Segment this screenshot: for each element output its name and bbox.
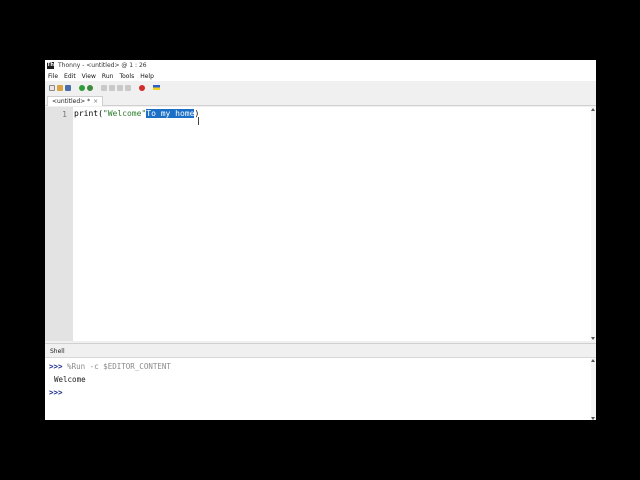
open-file-icon[interactable] <box>57 84 63 91</box>
shell-command: %Run -c $EDITOR_CONTENT <box>62 362 171 371</box>
menu-help[interactable]: Help <box>140 73 154 80</box>
window-title: Thonny - <untitled> @ 1 : 26 <box>58 62 147 69</box>
editor-scrollbar[interactable] <box>591 107 596 341</box>
thonny-logo-icon: Th <box>47 62 54 69</box>
menu-bar: File Edit View Run Tools Help <box>45 71 596 81</box>
close-icon[interactable]: × <box>93 98 98 105</box>
shell-tab[interactable]: Shell <box>50 348 65 355</box>
scroll-down-icon[interactable] <box>591 337 595 340</box>
menu-file[interactable]: File <box>48 73 58 80</box>
shell-panel[interactable]: >>> %Run -c $EDITOR_CONTENT Welcome >>> <box>45 357 596 420</box>
tab-label: <untitled> * <box>52 98 91 105</box>
toolbar <box>45 81 596 94</box>
text-cursor-icon <box>198 117 203 125</box>
menu-run[interactable]: Run <box>102 73 114 80</box>
scroll-down-icon[interactable] <box>591 417 595 420</box>
title-bar: Th Thonny - <untitled> @ 1 : 26 <box>45 60 596 71</box>
shell-scrollbar[interactable] <box>591 358 596 420</box>
code-prefix: print( <box>74 109 103 118</box>
run-icon[interactable] <box>79 84 85 91</box>
menu-tools[interactable]: Tools <box>119 73 134 80</box>
thonny-window: Th Thonny - <untitled> @ 1 : 26 File Edi… <box>45 60 596 420</box>
code-editor[interactable]: 1 print("Welcome"To my home) <box>45 107 596 341</box>
stop-icon[interactable] <box>139 84 145 91</box>
shell-prompt: >>> <box>49 388 63 397</box>
code-string: "Welcome" <box>102 109 147 118</box>
line-number-gutter: 1 <box>45 107 73 341</box>
shell-prompt: >>> <box>49 362 63 371</box>
menu-edit[interactable]: Edit <box>64 73 76 80</box>
tab-untitled[interactable]: <untitled> * × <box>47 96 104 106</box>
step-into-icon[interactable] <box>109 84 115 91</box>
step-over-icon[interactable] <box>101 84 107 91</box>
new-file-icon[interactable] <box>49 84 55 91</box>
shell-output: Welcome <box>54 375 86 384</box>
menu-view[interactable]: View <box>82 73 96 80</box>
support-ukraine-icon[interactable] <box>153 85 160 90</box>
editor-tab-bar: <untitled> * × <box>45 94 596 106</box>
line-number: 1 <box>62 110 67 119</box>
debug-icon[interactable] <box>87 84 93 91</box>
shell-input-line[interactable]: >>> <box>49 388 63 397</box>
selected-text: To my home <box>146 109 195 118</box>
step-out-icon[interactable] <box>117 84 123 91</box>
scroll-up-icon[interactable] <box>591 108 595 111</box>
code-line[interactable]: print("Welcome"To my home) <box>74 109 199 119</box>
save-icon[interactable] <box>65 84 71 91</box>
shell-tab-bar: Shell <box>45 343 596 357</box>
scroll-up-icon[interactable] <box>591 359 595 362</box>
shell-command-line: >>> %Run -c $EDITOR_CONTENT <box>49 362 171 371</box>
resume-icon[interactable] <box>125 84 131 91</box>
